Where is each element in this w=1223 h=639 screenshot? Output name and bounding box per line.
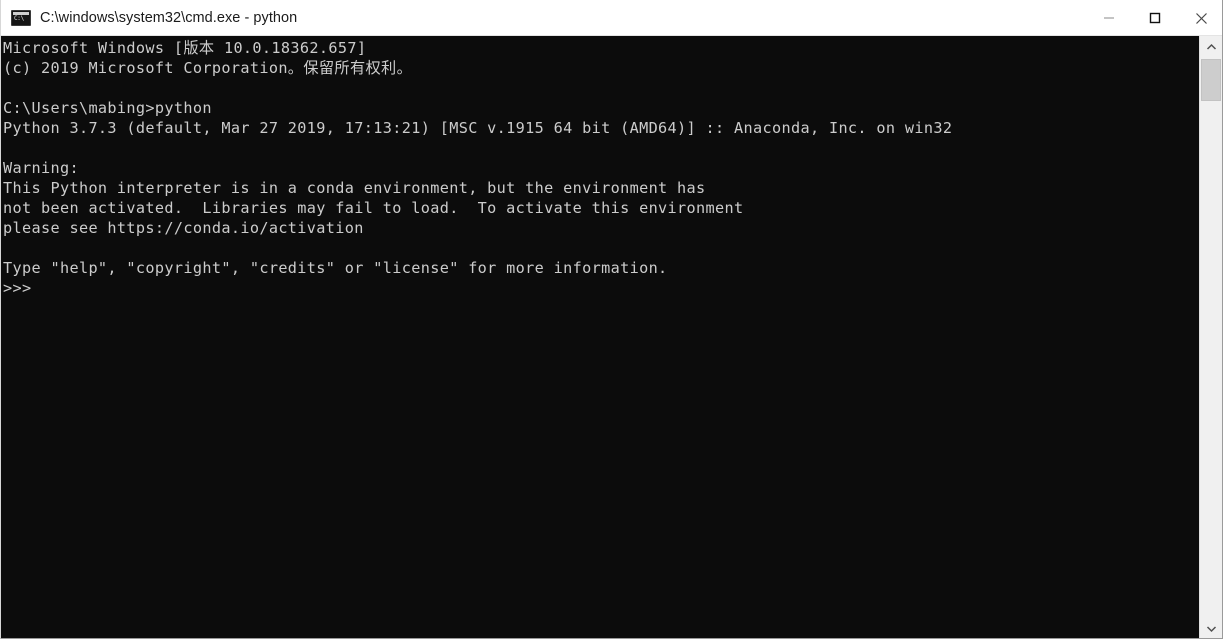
- maximize-button[interactable]: [1132, 0, 1178, 36]
- chevron-up-icon: [1206, 43, 1216, 50]
- title-bar[interactable]: C:\windows\system32\cmd.exe - python: [1, 0, 1222, 36]
- terminal-text: Microsoft Windows [版本 10.0.18362.657] (c…: [3, 39, 953, 297]
- cmd-window: C:\windows\system32\cmd.exe - python: [0, 0, 1223, 639]
- window-title: C:\windows\system32\cmd.exe - python: [40, 9, 298, 26]
- chevron-down-icon: [1206, 625, 1216, 632]
- cmd-console-icon: [11, 9, 31, 26]
- scrollbar-up-button[interactable]: [1200, 36, 1222, 57]
- terminal-output-area[interactable]: Microsoft Windows [版本 10.0.18362.657] (c…: [1, 36, 1201, 638]
- close-button[interactable]: [1178, 0, 1222, 36]
- window-controls: [1086, 0, 1222, 36]
- scrollbar-down-button[interactable]: [1200, 618, 1222, 638]
- scrollbar-thumb[interactable]: [1201, 59, 1221, 101]
- minimize-button[interactable]: [1086, 0, 1132, 36]
- scrollbar-track[interactable]: [1200, 57, 1222, 618]
- vertical-scrollbar[interactable]: [1199, 36, 1222, 638]
